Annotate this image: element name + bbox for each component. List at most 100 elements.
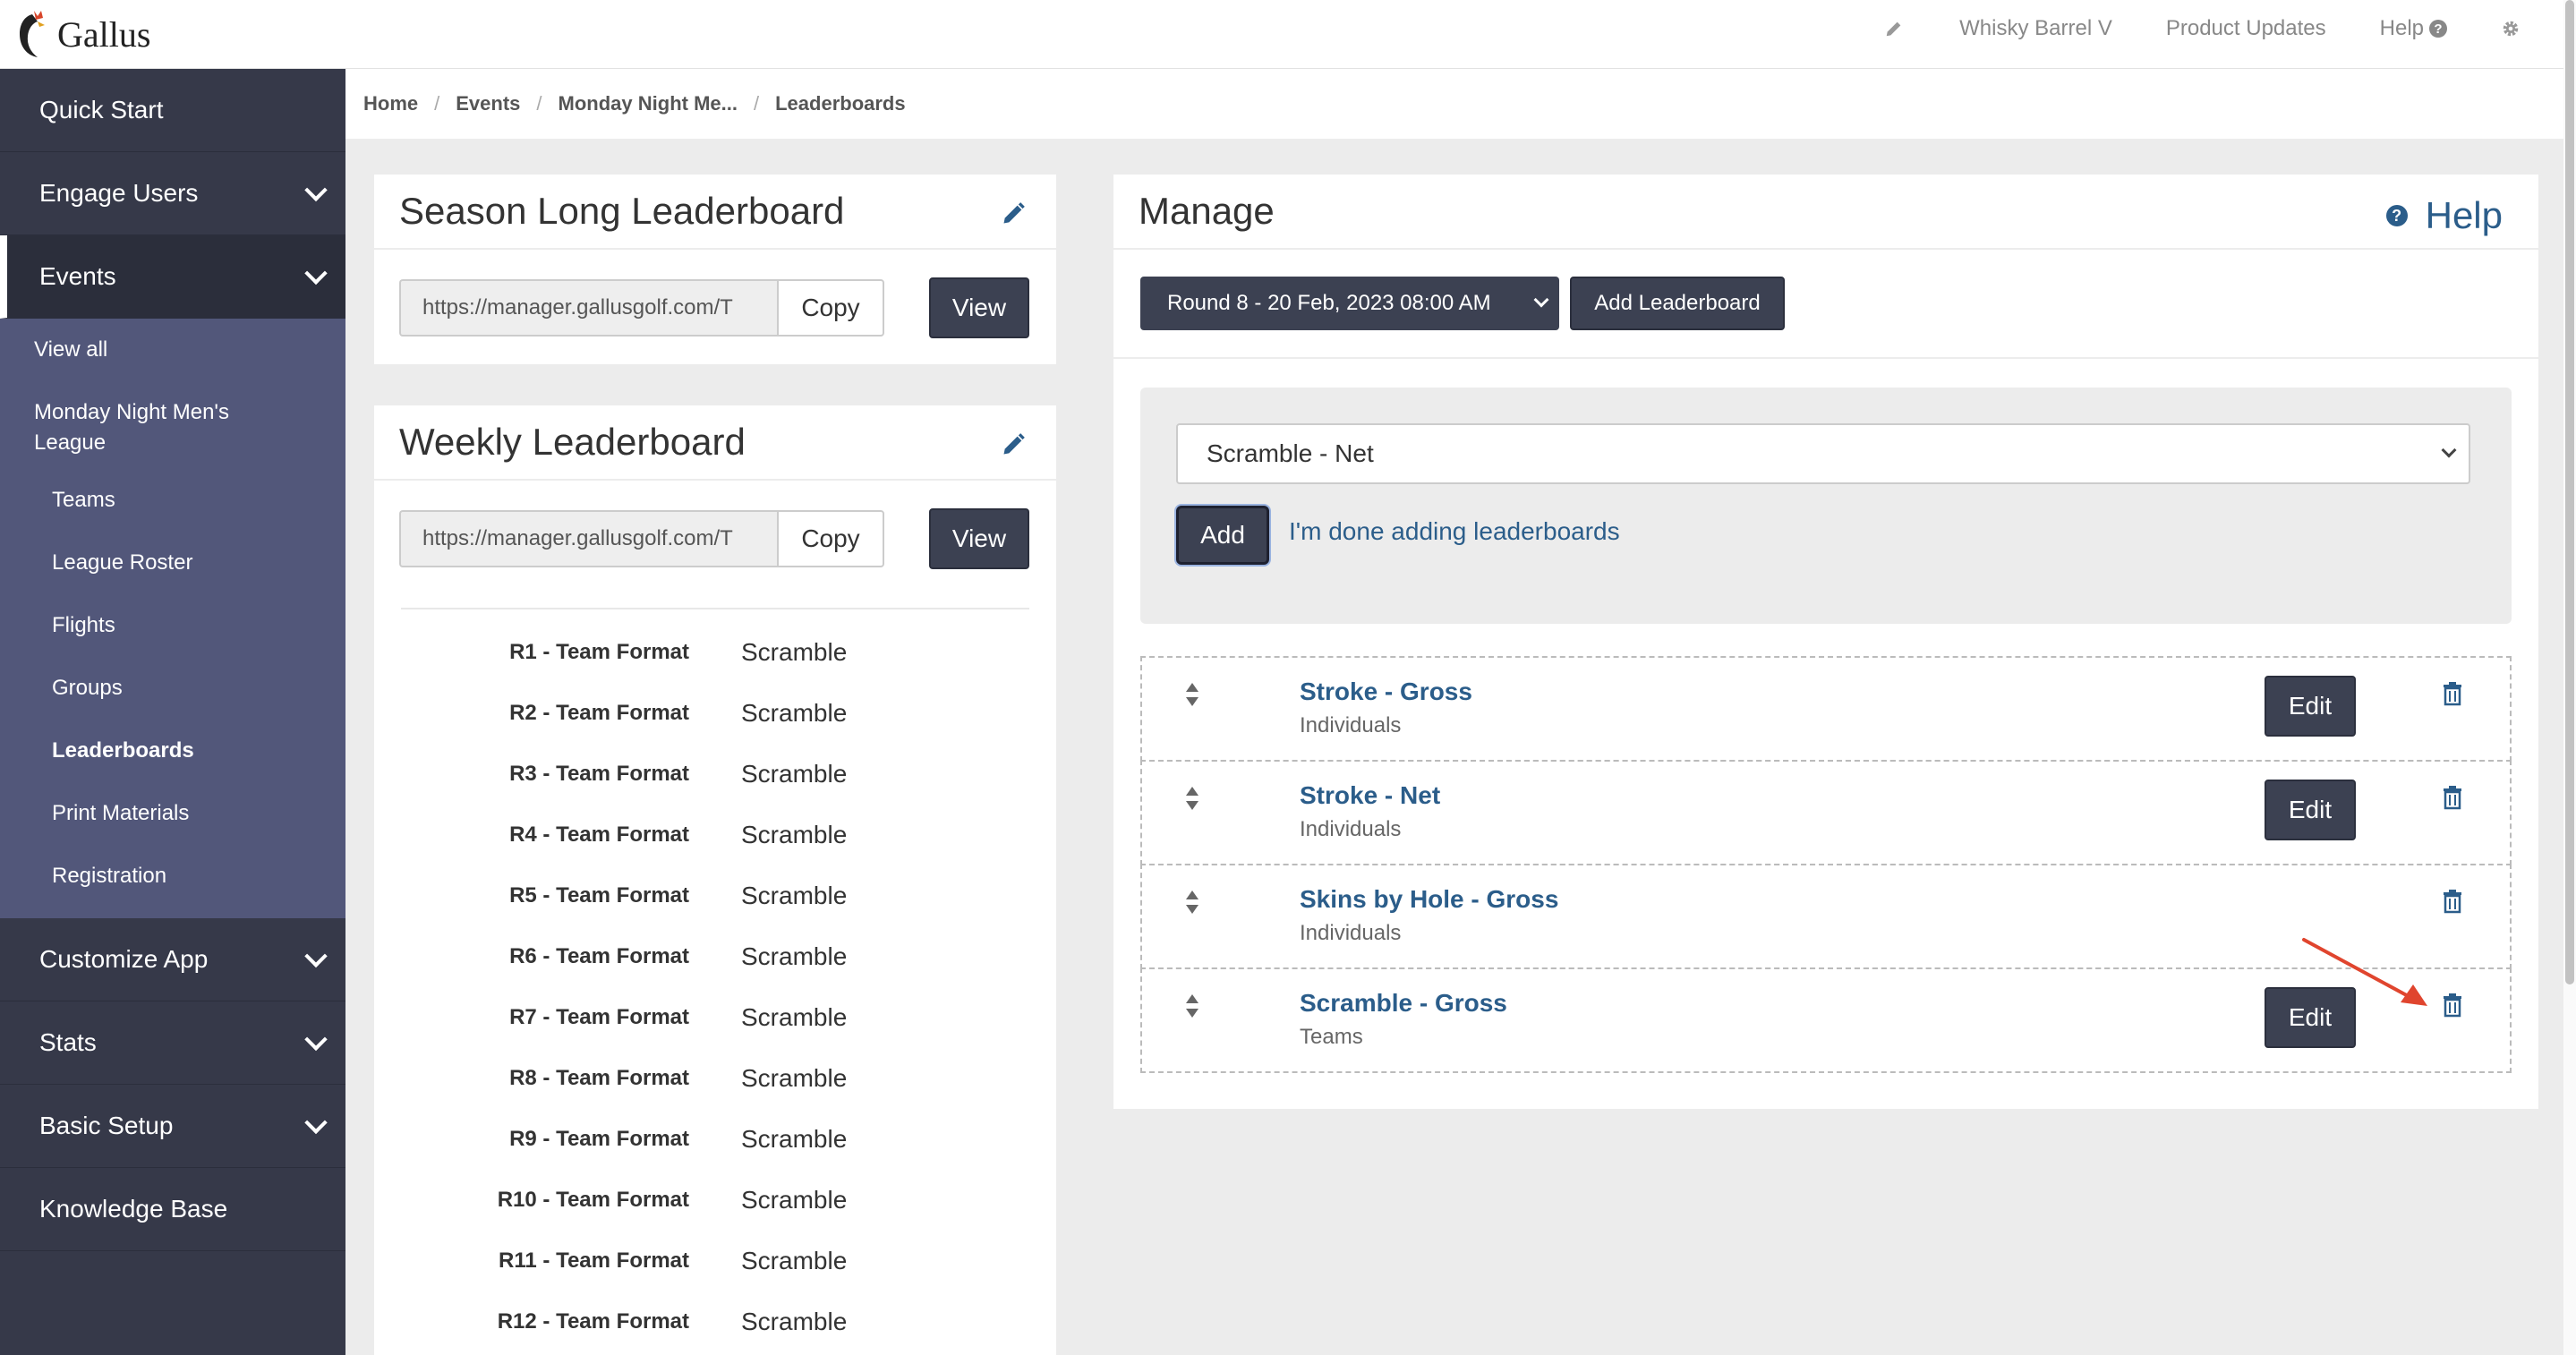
help-link[interactable]: ? Help bbox=[2385, 194, 2503, 237]
list-item: Stroke - Gross Individuals Edit bbox=[1140, 656, 2512, 762]
scrollbar-thumb[interactable] bbox=[2565, 0, 2574, 984]
round-format-value: Scramble bbox=[741, 1186, 848, 1214]
round-format-row: R2 - Team Format Scramble bbox=[374, 683, 1056, 744]
sort-handle-icon[interactable] bbox=[1183, 889, 1201, 916]
round-select-value: Round 8 - 20 Feb, 2023 08:00 AM bbox=[1167, 291, 1491, 315]
weekly-panel-header: Weekly Leaderboard bbox=[374, 405, 1056, 481]
round-format-key: R10 - Team Format bbox=[497, 1188, 689, 1212]
sort-handle-icon[interactable] bbox=[1183, 993, 1201, 1019]
done-adding-link[interactable]: I'm done adding leaderboards bbox=[1289, 517, 1620, 546]
round-format-value: Scramble bbox=[741, 699, 848, 727]
leaderboard-type: Individuals bbox=[1300, 713, 1402, 737]
sidebar-item-basic-setup[interactable]: Basic Setup bbox=[0, 1085, 345, 1168]
pencil-icon[interactable] bbox=[1001, 201, 1026, 226]
leaderboard-name[interactable]: Stroke - Net bbox=[1300, 781, 1440, 810]
manage-panel-title: Manage bbox=[1139, 190, 1275, 232]
manage-panel-header: Manage ? Help bbox=[1113, 175, 2538, 250]
round-format-row: R9 - Team Format Scramble bbox=[374, 1109, 1056, 1170]
pencil-icon[interactable] bbox=[1884, 19, 1904, 38]
edit-button[interactable]: Edit bbox=[2265, 780, 2356, 840]
leaderboard-name[interactable]: Stroke - Gross bbox=[1300, 678, 1472, 706]
leaderboard-type-select[interactable]: Scramble - Net bbox=[1176, 423, 2470, 484]
round-format-key: R8 - Team Format bbox=[509, 1066, 689, 1090]
sidebar-item-label: Events bbox=[39, 262, 116, 290]
season-copy-button[interactable]: Copy bbox=[777, 279, 884, 337]
help-menu-label: Help bbox=[2379, 16, 2424, 40]
season-view-button[interactable]: View bbox=[929, 277, 1029, 338]
leaderboard-type: Individuals bbox=[1300, 817, 1402, 841]
product-updates-link[interactable]: Product Updates bbox=[2166, 16, 2326, 41]
round-format-key: R1 - Team Format bbox=[509, 640, 689, 664]
chevron-down-icon bbox=[304, 261, 328, 285]
round-format-key: R11 - Team Format bbox=[499, 1248, 689, 1273]
sidebar-item-label: Quick Start bbox=[39, 96, 164, 124]
season-url-field[interactable]: https://manager.gallusgolf.com/T bbox=[399, 279, 777, 337]
round-format-list: R1 - Team Format Scramble R2 - Team Forma… bbox=[374, 609, 1056, 1352]
season-leaderboard-panel: Season Long Leaderboard https://manager.… bbox=[374, 175, 1056, 364]
submenu-groups[interactable]: Groups bbox=[0, 657, 345, 720]
trash-icon[interactable] bbox=[2442, 993, 2463, 1018]
breadcrumb-league[interactable]: Monday Night Me... bbox=[559, 92, 738, 115]
trash-icon[interactable] bbox=[2442, 785, 2463, 810]
gear-icon[interactable] bbox=[2501, 19, 2521, 38]
top-bar: Gallus Whisky Barrel V Product Updates H… bbox=[0, 0, 2576, 69]
round-format-row: R6 - Team Format Scramble bbox=[374, 926, 1056, 987]
round-format-value: Scramble bbox=[741, 638, 848, 666]
submenu-league[interactable]: Monday Night Men's League bbox=[0, 397, 269, 458]
sidebar-item-quick-start[interactable]: Quick Start bbox=[0, 69, 345, 152]
round-select[interactable]: Round 8 - 20 Feb, 2023 08:00 AM bbox=[1140, 277, 1559, 330]
manage-toolbar: Round 8 - 20 Feb, 2023 08:00 AM Add Lead… bbox=[1113, 250, 2538, 359]
submenu-registration[interactable]: Registration bbox=[0, 845, 345, 908]
leaderboard-type: Individuals bbox=[1300, 921, 1402, 945]
sidebar-item-knowledge-base[interactable]: Knowledge Base bbox=[0, 1168, 345, 1251]
weekly-view-button[interactable]: View bbox=[929, 508, 1029, 569]
breadcrumb: Home / Events / Monday Night Me... / Leader… bbox=[345, 69, 2563, 139]
round-format-row: R8 - Team Format Scramble bbox=[374, 1048, 1056, 1109]
round-format-key: R4 - Team Format bbox=[509, 822, 689, 847]
leaderboard-type: Teams bbox=[1300, 1025, 1363, 1049]
round-format-row: R10 - Team Format Scramble bbox=[374, 1170, 1056, 1231]
submenu-view-all[interactable]: View all bbox=[0, 335, 345, 365]
add-leaderboard-box: Scramble - Net Add I'm done adding leade… bbox=[1140, 388, 2512, 624]
leaderboard-name[interactable]: Skins by Hole - Gross bbox=[1300, 885, 1558, 914]
round-format-value: Scramble bbox=[741, 882, 848, 909]
add-button[interactable]: Add bbox=[1176, 506, 1269, 565]
sidebar-item-events[interactable]: Events bbox=[0, 235, 345, 319]
add-leaderboard-button[interactable]: Add Leaderboard bbox=[1570, 277, 1785, 330]
edit-button[interactable]: Edit bbox=[2265, 676, 2356, 737]
leaderboard-name[interactable]: Scramble - Gross bbox=[1300, 989, 1507, 1018]
sidebar-item-customize-app[interactable]: Customize App bbox=[0, 918, 345, 1001]
help-link-label: Help bbox=[2425, 194, 2503, 236]
trash-icon[interactable] bbox=[2442, 889, 2463, 914]
round-format-value: Scramble bbox=[741, 821, 848, 848]
submenu-print-materials[interactable]: Print Materials bbox=[0, 782, 345, 845]
weekly-url-field[interactable]: https://manager.gallusgolf.com/T bbox=[399, 510, 777, 567]
course-name[interactable]: Whisky Barrel V bbox=[1959, 16, 2112, 41]
breadcrumb-events[interactable]: Events bbox=[456, 92, 520, 115]
chevron-down-icon bbox=[1533, 292, 1549, 308]
breadcrumb-separator: / bbox=[536, 92, 542, 115]
sidebar-item-engage-users[interactable]: Engage Users bbox=[0, 152, 345, 235]
weekly-copy-button[interactable]: Copy bbox=[777, 510, 884, 567]
round-format-value: Scramble bbox=[741, 1064, 848, 1092]
question-circle-icon: ? bbox=[2429, 20, 2447, 38]
round-format-key: R2 - Team Format bbox=[509, 701, 689, 725]
submenu-flights[interactable]: Flights bbox=[0, 594, 345, 657]
submenu-league-roster[interactable]: League Roster bbox=[0, 532, 345, 594]
question-circle-icon: ? bbox=[2385, 205, 2408, 226]
submenu-leaderboards[interactable]: Leaderboards bbox=[0, 720, 345, 782]
season-url-row: https://manager.gallusgolf.com/T Copy Vi… bbox=[374, 250, 1056, 366]
round-format-row: R3 - Team Format Scramble bbox=[374, 744, 1056, 805]
pencil-icon[interactable] bbox=[1001, 432, 1026, 457]
help-menu[interactable]: Help? bbox=[2380, 16, 2447, 41]
breadcrumb-home[interactable]: Home bbox=[363, 92, 418, 115]
round-format-row: R7 - Team Format Scramble bbox=[374, 987, 1056, 1048]
breadcrumb-current: Leaderboards bbox=[775, 92, 906, 115]
sidebar-item-stats[interactable]: Stats bbox=[0, 1001, 345, 1085]
sort-handle-icon[interactable] bbox=[1183, 785, 1201, 812]
app-logo[interactable]: Gallus bbox=[13, 9, 150, 59]
trash-icon[interactable] bbox=[2442, 681, 2463, 706]
sort-handle-icon[interactable] bbox=[1183, 681, 1201, 708]
sidebar-item-label: Basic Setup bbox=[39, 1112, 174, 1139]
submenu-teams[interactable]: Teams bbox=[0, 469, 345, 532]
